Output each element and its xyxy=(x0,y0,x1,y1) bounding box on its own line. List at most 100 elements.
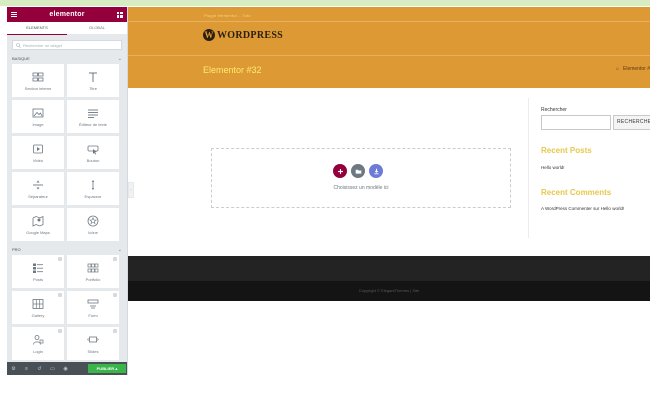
widget-label: Portfolio xyxy=(85,276,101,282)
breadcrumb-current: Elementor # xyxy=(623,66,650,72)
gallery-icon xyxy=(32,298,44,309)
widget-slides[interactable]: Slides xyxy=(67,327,119,360)
widget-label: Gallery xyxy=(31,312,45,318)
widget-login[interactable]: Login xyxy=(12,327,64,360)
widget-form[interactable]: Form xyxy=(67,291,119,324)
footer-copyright: Copyright © ElegantThemes | Site xyxy=(358,288,420,293)
widget-label: Bouton xyxy=(86,157,100,163)
widget-inner-section[interactable]: Section interne xyxy=(12,64,64,97)
text-editor-icon xyxy=(88,109,98,118)
widget-label: Google Maps xyxy=(26,229,50,235)
add-template-button[interactable] xyxy=(351,164,365,178)
pro-badge-icon xyxy=(113,293,117,297)
image-icon xyxy=(32,108,44,117)
recent-posts-title: Recent Posts xyxy=(541,146,592,155)
divider-icon xyxy=(33,180,43,189)
widget-label: Séparateur xyxy=(28,193,48,199)
widget-portfolio[interactable]: Portfolio xyxy=(67,255,119,288)
pro-widget-grid: Posts Portfolio Gallery Form Login Slide… xyxy=(7,255,127,360)
widget-divider[interactable]: Séparateur xyxy=(12,172,64,205)
panel-tabs: ELEMENTS GLOBAL xyxy=(7,22,127,35)
breadcrumb: ⌂ Elementor # xyxy=(616,66,650,72)
wordpress-icon: W xyxy=(203,29,215,41)
widget-spacer[interactable]: Espaceur xyxy=(67,172,119,205)
add-section-button[interactable] xyxy=(333,164,347,178)
widget-label: Éditeur de texte xyxy=(78,121,108,127)
star-icon xyxy=(87,215,99,226)
widget-search-input[interactable]: Rechercher un widget xyxy=(12,40,122,50)
responsive-icon[interactable]: ▭ xyxy=(50,366,55,372)
slides-icon xyxy=(87,336,99,342)
tab-global[interactable]: GLOBAL xyxy=(67,22,127,35)
widget-label: Section interne xyxy=(24,85,52,91)
plus-icon xyxy=(337,168,343,174)
panel-footer: ⚙ ≡ ↺ ▭ ◉ PUBLIER ▴ xyxy=(7,362,127,375)
heading-icon xyxy=(89,72,97,82)
map-icon xyxy=(32,215,44,227)
home-icon[interactable]: ⌂ xyxy=(616,66,619,72)
button-icon xyxy=(87,145,99,154)
category-basique[interactable]: BASIQUE ⌄ xyxy=(7,53,127,64)
category-pro[interactable]: PRO ⌄ xyxy=(7,244,127,255)
search-icon xyxy=(16,42,21,48)
portfolio-icon xyxy=(87,263,99,272)
widget-heading[interactable]: Titre xyxy=(67,64,119,97)
widget-label: Login xyxy=(33,348,43,354)
folder-icon xyxy=(355,169,361,174)
spacer-icon xyxy=(91,179,95,190)
widget-google-maps[interactable]: Google Maps xyxy=(12,208,64,241)
pro-badge-icon xyxy=(113,257,117,261)
navigator-icon[interactable]: ≡ xyxy=(24,366,29,372)
sidebar-search-button[interactable]: RECHERCHER xyxy=(613,115,650,130)
top-strip xyxy=(0,0,650,6)
chevron-down-icon: ⌄ xyxy=(117,246,122,253)
recent-comment-link[interactable]: A WordPress Commenter sur Hello world! xyxy=(541,206,624,211)
widgets-grid-icon[interactable] xyxy=(116,11,123,18)
envato-kit-button[interactable] xyxy=(369,164,383,178)
site-sidebar: Rechercher RECHERCHER Recent Posts Hello… xyxy=(528,98,650,238)
tab-elements[interactable]: ELEMENTS xyxy=(7,22,67,35)
widget-label: Form xyxy=(88,312,98,318)
video-icon xyxy=(33,144,43,153)
widget-text-editor[interactable]: Éditeur de texte xyxy=(67,100,119,133)
pro-badge-icon xyxy=(58,293,62,297)
category-title: BASIQUE xyxy=(12,56,30,61)
panel-collapse-handle[interactable]: ‹ xyxy=(128,182,134,198)
site-footer-bottom: Copyright © ElegantThemes | Site xyxy=(128,281,650,301)
chevron-down-icon: ⌄ xyxy=(117,55,122,62)
widget-label: Image xyxy=(32,121,44,127)
publish-button[interactable]: PUBLIER ▴ xyxy=(88,364,126,373)
form-icon xyxy=(87,299,99,308)
publish-label: PUBLIER xyxy=(96,366,115,371)
category-title: PRO xyxy=(12,247,21,252)
widget-label: Titre xyxy=(89,85,97,91)
dropzone-hint: Choisissez un modèle ici xyxy=(333,185,389,191)
hamburger-menu-icon[interactable] xyxy=(11,12,17,17)
history-icon[interactable]: ↺ xyxy=(37,366,42,372)
widget-icon[interactable]: Icône xyxy=(67,208,119,241)
widget-button[interactable]: Bouton xyxy=(67,136,119,169)
recent-comments-title: Recent Comments xyxy=(541,188,612,197)
settings-icon[interactable]: ⚙ xyxy=(11,366,16,372)
widget-image[interactable]: Image xyxy=(12,100,64,133)
recent-post-link[interactable]: Hello world! xyxy=(541,165,565,170)
basique-widget-grid: Section interne Titre Image Éditeur de t… xyxy=(7,64,127,241)
chevron-up-icon: ▴ xyxy=(115,366,118,371)
panel-header: elementor xyxy=(7,7,127,22)
add-section-buttons xyxy=(333,164,383,178)
page-title: Elementor #32 xyxy=(203,65,262,75)
widget-label: Icône xyxy=(88,229,98,235)
pro-badge-icon xyxy=(113,329,117,333)
pro-badge-icon xyxy=(58,329,62,333)
add-section-dropzone[interactable]: Choisissez un modèle ici xyxy=(211,148,511,208)
pro-badge-icon xyxy=(58,257,62,261)
widget-posts[interactable]: Posts xyxy=(12,255,64,288)
sidebar-search-label: Rechercher xyxy=(541,107,567,113)
sidebar-search-input[interactable] xyxy=(541,115,611,130)
widget-video[interactable]: Vidéo xyxy=(12,136,64,169)
columns-icon xyxy=(32,72,44,81)
widget-gallery[interactable]: Gallery xyxy=(12,291,64,324)
widget-label: Posts xyxy=(32,276,43,282)
site-logo[interactable]: W WORDPRESS xyxy=(203,29,283,41)
preview-icon[interactable]: ◉ xyxy=(63,366,68,372)
